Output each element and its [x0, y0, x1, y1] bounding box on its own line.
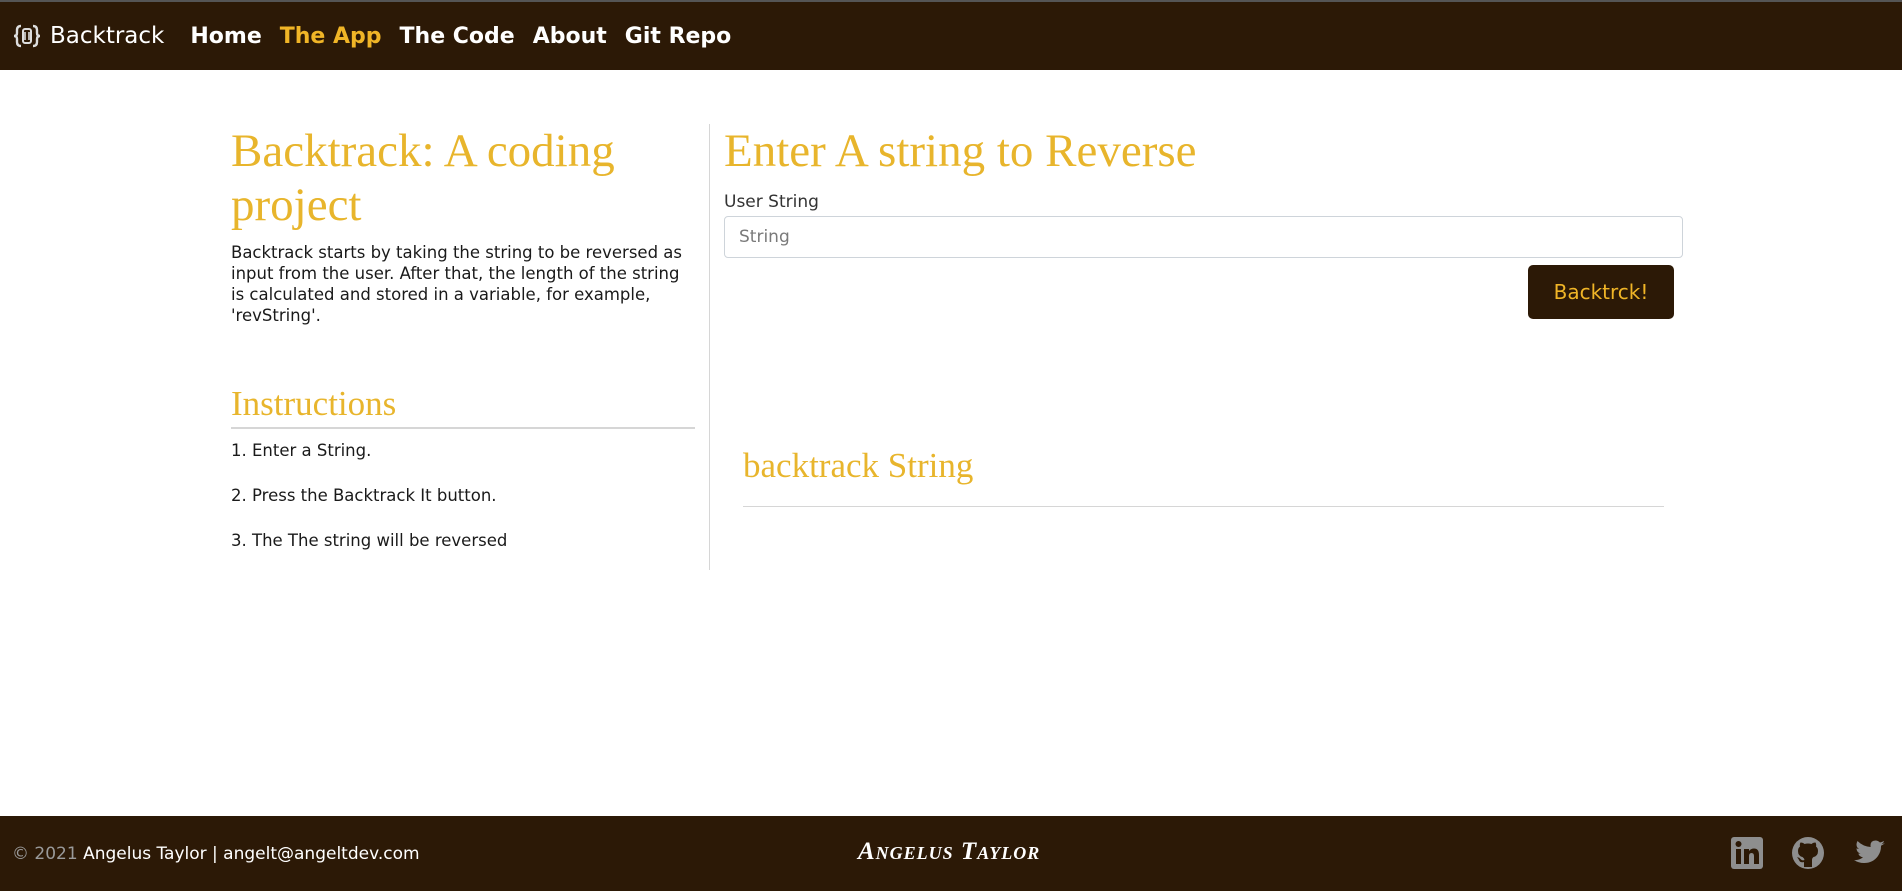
user-string-input[interactable] [724, 216, 1683, 258]
social-links [1730, 836, 1886, 870]
nav-link-the-code[interactable]: The Code [400, 24, 515, 49]
linkedin-icon[interactable] [1730, 836, 1764, 870]
nav-link-about[interactable]: About [533, 24, 607, 49]
footer-credits: © 2021 Angelus Taylor | angelt@angeltdev… [12, 844, 420, 864]
instructions-title: Instructions [231, 383, 695, 429]
brand-logo-icon [13, 24, 41, 48]
nav-link-git-repo[interactable]: Git Repo [625, 24, 732, 49]
intro-description: Backtrack starts by taking the string to… [231, 243, 683, 325]
nav-link-the-app[interactable]: The App [280, 24, 382, 49]
brand-link[interactable]: Backtrack [12, 21, 164, 51]
result-title: backtrack String [743, 446, 974, 485]
instruction-step: 3. The The string will be reversed [231, 531, 508, 550]
instruction-step: 1. Enter a String. [231, 441, 372, 460]
instruction-step: 2. Press the Backtrack It button. [231, 486, 497, 505]
result-section: backtrack String [743, 445, 1664, 507]
navbar: Backtrack Home The App The Code About Gi… [0, 0, 1902, 70]
page-title: Backtrack: A coding project [231, 125, 615, 231]
backtrack-button[interactable]: Backtrck! [1528, 265, 1674, 319]
instructions-list: 1. Enter a String. 2. Press the Backtrac… [231, 439, 695, 574]
column-divider [709, 124, 710, 570]
footer-owner: Angelus Taylor | angelt@angeltdev.com [83, 843, 420, 864]
twitter-icon[interactable] [1852, 836, 1886, 870]
copyright: © 2021 [12, 843, 78, 864]
reverse-form: Enter A string to Reverse User String Ba… [724, 124, 1684, 319]
result-divider [743, 506, 1664, 507]
nav-link-home[interactable]: Home [190, 24, 261, 49]
footer: © 2021 Angelus Taylor | angelt@angeltdev… [0, 816, 1902, 891]
github-icon[interactable] [1791, 836, 1825, 870]
footer-logo: Angelus Taylor [858, 838, 1041, 865]
user-string-label: User String [724, 192, 819, 212]
brand-name: Backtrack [50, 23, 165, 49]
form-title: Enter A string to Reverse [724, 125, 1197, 177]
intro-section: Backtrack: A coding project Backtrack st… [231, 124, 695, 574]
